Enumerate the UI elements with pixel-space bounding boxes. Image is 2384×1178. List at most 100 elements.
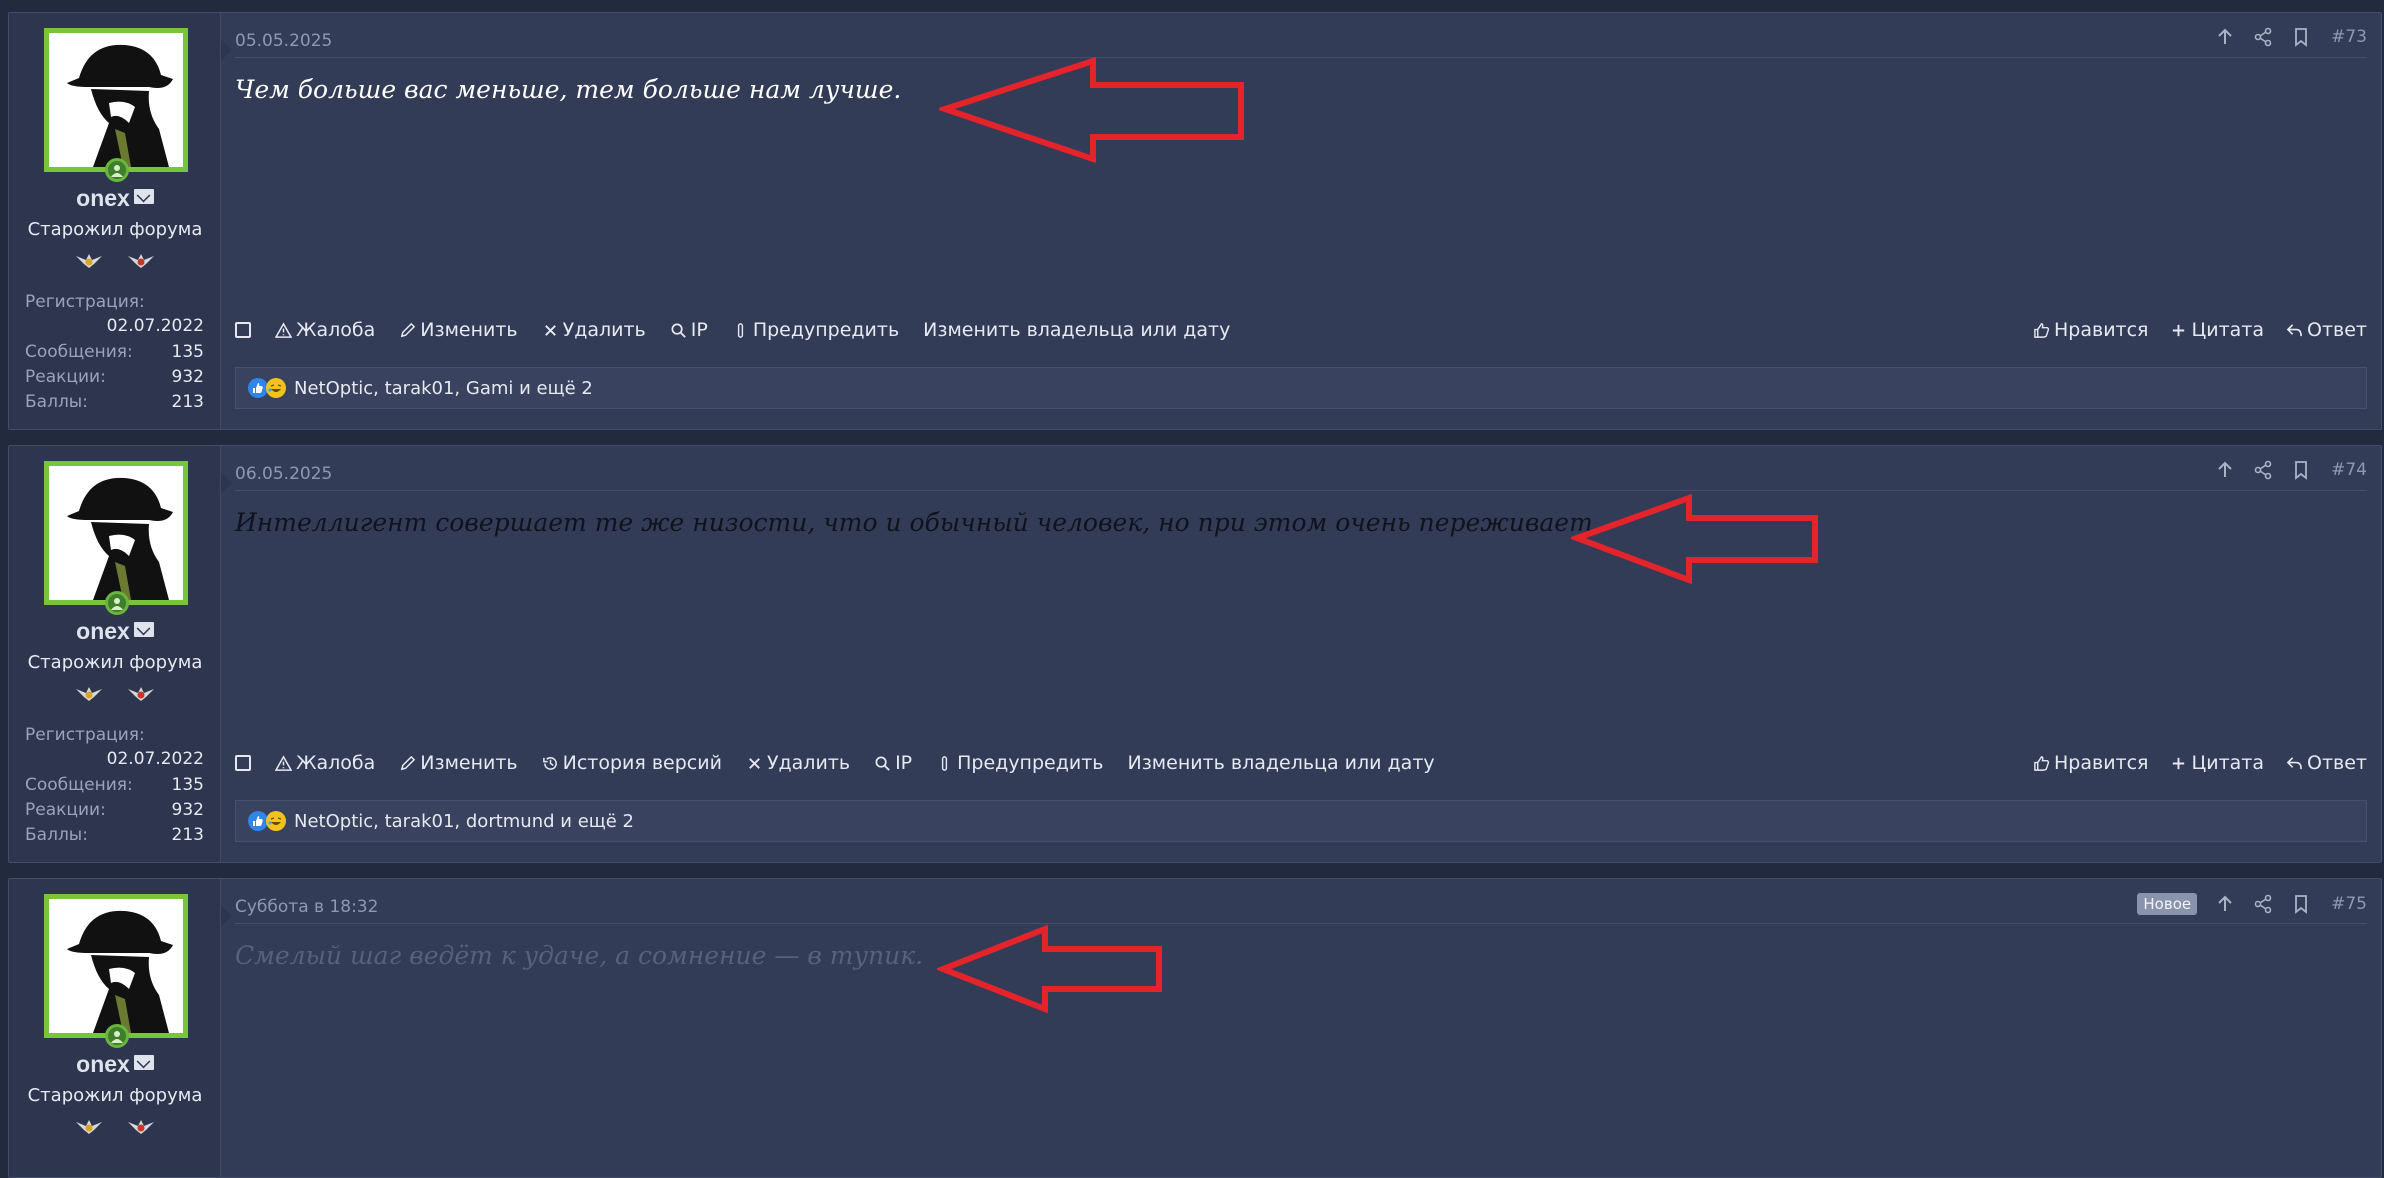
- username[interactable]: onex: [9, 185, 221, 212]
- stat-value[interactable]: 135: [172, 775, 204, 795]
- share-icon[interactable]: [2253, 27, 2273, 47]
- close-icon: [544, 324, 556, 336]
- arrow-up-icon[interactable]: [2215, 894, 2235, 914]
- ip-button[interactable]: IP: [670, 319, 708, 341]
- stat-value: 932: [171, 799, 204, 820]
- avatar[interactable]: [44, 894, 188, 1038]
- post-main: 05.05.2025 #73 Чем больше вас меньше, те…: [235, 13, 2367, 429]
- post-number[interactable]: #75: [2331, 894, 2367, 914]
- medal-icon: [76, 1120, 103, 1134]
- delete-button[interactable]: Удалить: [542, 319, 646, 341]
- user-panel: onex Старожил форума: [9, 879, 232, 1177]
- edit-button[interactable]: Изменить: [399, 319, 518, 341]
- pencil-icon: [401, 322, 416, 337]
- red-arrow-annotation: [937, 924, 1162, 1014]
- post-actions: Жалоба Изменить Удалить IP Предупредить …: [235, 315, 2367, 345]
- like-button[interactable]: Нравится: [2033, 319, 2148, 341]
- medals: [9, 683, 221, 707]
- quote-button[interactable]: Цитата: [2170, 752, 2264, 774]
- reply-button[interactable]: Ответ: [2286, 752, 2367, 774]
- delete-button[interactable]: Удалить: [746, 752, 850, 774]
- post-meta: 06.05.2025 #74: [235, 460, 2367, 491]
- stat-value: 213: [171, 391, 204, 412]
- post-date[interactable]: 05.05.2025: [235, 31, 332, 51]
- post-tools: #73: [2197, 27, 2367, 47]
- warn-button[interactable]: Предупредить: [732, 319, 899, 341]
- post-tools: Новое #75: [2137, 893, 2367, 915]
- post-75: onex Старожил форума Суббота в 18:32 Нов…: [8, 878, 2382, 1178]
- bookmark-icon[interactable]: [2291, 894, 2311, 914]
- like-reaction-icon: [248, 378, 268, 398]
- envelope-icon[interactable]: [133, 622, 154, 637]
- share-icon[interactable]: [2253, 460, 2273, 480]
- reactions-bar[interactable]: NetOptic, tarak01, Gami и ещё 2: [235, 367, 2367, 409]
- bookmark-icon[interactable]: [2291, 460, 2311, 480]
- history-button[interactable]: История версий: [542, 752, 722, 774]
- warning-icon: [942, 755, 948, 771]
- post-date[interactable]: Суббота в 18:32: [235, 897, 378, 917]
- reactions-bar[interactable]: NetOptic, tarak01, dortmund и ещё 2: [235, 800, 2367, 842]
- username[interactable]: onex: [9, 618, 221, 645]
- reactions-users[interactable]: NetOptic, tarak01, dortmund и ещё 2: [294, 811, 634, 832]
- share-icon[interactable]: [2253, 894, 2273, 914]
- post-number[interactable]: #74: [2331, 460, 2367, 480]
- envelope-icon[interactable]: [133, 1055, 154, 1070]
- reply-icon: [2286, 323, 2302, 336]
- medal-icon: [76, 254, 103, 268]
- stat-value: 213: [171, 824, 204, 845]
- ip-button[interactable]: IP: [874, 752, 912, 774]
- user-stats: Регистрация: 02.07.2022 Сообщения: 135 Ре…: [25, 289, 204, 414]
- select-checkbox[interactable]: [235, 755, 251, 771]
- medal-icon: [127, 1120, 154, 1134]
- report-icon: [275, 754, 292, 771]
- quote-button[interactable]: Цитата: [2170, 319, 2264, 341]
- user-stats: Регистрация: 02.07.2022 Сообщения: 135 Ре…: [25, 722, 204, 847]
- avatar-image: [49, 466, 183, 600]
- select-checkbox[interactable]: [235, 322, 251, 338]
- avatar[interactable]: [44, 461, 188, 605]
- arrow-up-icon[interactable]: [2215, 27, 2235, 47]
- post-tools: #74: [2197, 460, 2367, 480]
- medal-icon: [76, 687, 103, 701]
- plus-icon: [2173, 757, 2185, 769]
- stat-value: 02.07.2022: [106, 316, 204, 336]
- post-message: Смелый шаг ведёт к удаче, а сомнение — в…: [235, 941, 924, 970]
- post-73: onex Старожил форума Регистрация: 02.07.…: [8, 12, 2382, 430]
- medals: [9, 1116, 221, 1140]
- reply-icon: [2286, 756, 2302, 769]
- post-main: 06.05.2025 #74 Интеллигент совершает те …: [235, 446, 2367, 862]
- stat-value[interactable]: 135: [172, 342, 204, 362]
- report-button[interactable]: Жалоба: [275, 319, 375, 341]
- avatar-image: [49, 33, 183, 167]
- stat-label: Баллы:: [25, 391, 88, 412]
- stat-value: 932: [171, 366, 204, 387]
- reactions-users[interactable]: NetOptic, tarak01, Gami и ещё 2: [294, 378, 593, 399]
- user-title: Старожил форума: [27, 652, 203, 673]
- post-main: Суббота в 18:32 Новое #75 Смелый шаг вед…: [235, 879, 2367, 1177]
- stat-label: Баллы:: [25, 824, 88, 845]
- reply-button[interactable]: Ответ: [2286, 319, 2367, 341]
- arrow-up-icon[interactable]: [2215, 460, 2235, 480]
- edit-button[interactable]: Изменить: [399, 752, 518, 774]
- like-button[interactable]: Нравится: [2033, 752, 2148, 774]
- report-button[interactable]: Жалоба: [275, 752, 375, 774]
- bookmark-icon[interactable]: [2291, 27, 2311, 47]
- stat-label: Реакции:: [25, 799, 106, 820]
- online-status-icon: [105, 1024, 129, 1048]
- plus-icon: [2173, 324, 2185, 336]
- warn-button[interactable]: Предупредить: [936, 752, 1103, 774]
- envelope-icon[interactable]: [133, 189, 154, 204]
- stat-label: Реакции:: [25, 366, 106, 387]
- red-arrow-annotation: [939, 57, 1244, 164]
- stat-value: 02.07.2022: [106, 749, 204, 769]
- post-number[interactable]: #73: [2331, 27, 2367, 47]
- user-panel: onex Старожил форума Регистрация: 02.07.…: [9, 446, 232, 862]
- post-date[interactable]: 06.05.2025: [235, 464, 332, 484]
- change-owner-button[interactable]: Изменить владельца или дату: [1127, 752, 1434, 774]
- username[interactable]: onex: [9, 1051, 221, 1078]
- avatar[interactable]: [44, 28, 188, 172]
- report-icon: [275, 321, 292, 338]
- thumbs-up-icon: [2034, 322, 2050, 338]
- change-owner-button[interactable]: Изменить владельца или дату: [923, 319, 1230, 341]
- medal-icon: [127, 254, 154, 268]
